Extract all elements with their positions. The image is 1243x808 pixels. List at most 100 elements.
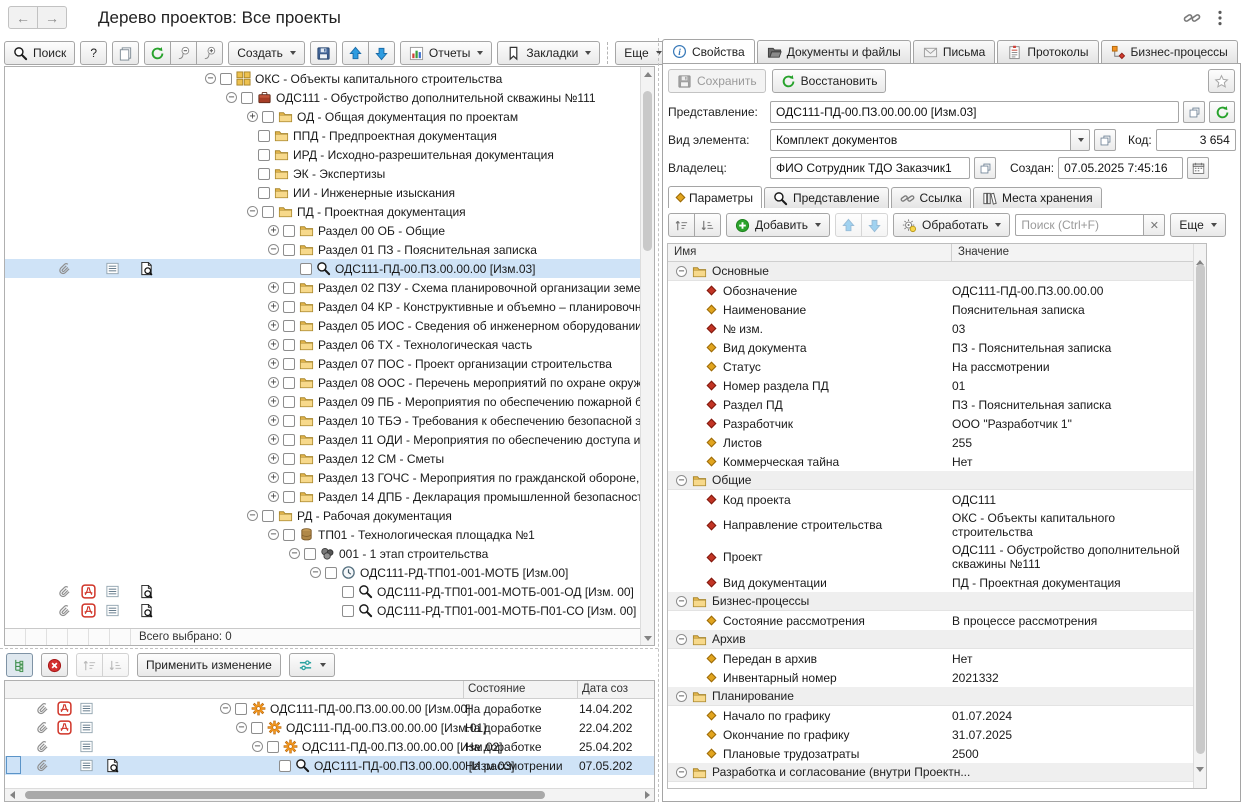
expander-minus-icon[interactable]: − <box>676 767 687 778</box>
expander-plus-icon[interactable]: + <box>268 396 279 407</box>
checkbox[interactable] <box>267 741 279 753</box>
horizontal-splitter[interactable] <box>0 648 658 649</box>
open-element-kind-button[interactable] <box>1094 129 1116 151</box>
param-group-row[interactable]: −Общие <box>668 471 1193 490</box>
tree-view-toggle-button[interactable] <box>6 653 33 677</box>
clear-search-button[interactable]: ✕ <box>1143 214 1165 236</box>
column-header-date[interactable]: Дата соз <box>577 681 654 698</box>
create-button[interactable]: Создать <box>228 41 305 65</box>
param-row[interactable]: № изм.03 <box>668 319 1193 338</box>
checkbox[interactable] <box>258 168 270 180</box>
search-button[interactable]: Поиск <box>4 41 75 65</box>
column-header-name[interactable]: Имя <box>668 244 952 261</box>
refresh-button[interactable] <box>144 41 171 65</box>
param-row[interactable]: Состояние рассмотренияВ процессе рассмот… <box>668 611 1193 630</box>
expander-plus-icon[interactable]: + <box>268 415 279 426</box>
tree-row[interactable]: +Раздел 14 ДПБ - Декларация промышленной… <box>5 487 640 506</box>
subtab-Параметры[interactable]: Параметры <box>668 186 762 208</box>
column-header-value[interactable]: Значение <box>952 244 1193 261</box>
more-menu-icon[interactable] <box>1211 9 1229 27</box>
tree-row[interactable]: −ОДС111-РД-ТП01-001-МОТБ [Изм.00] <box>5 563 640 582</box>
element-kind-dropdown-button[interactable] <box>1070 129 1090 151</box>
checkbox[interactable] <box>283 282 295 294</box>
expander-plus-icon[interactable]: + <box>268 358 279 369</box>
param-row[interactable]: Окончание по графику31.07.2025 <box>668 725 1193 744</box>
expander-plus-icon[interactable]: + <box>268 377 279 388</box>
checkbox[interactable] <box>283 434 295 446</box>
tree-row[interactable]: +Раздел 09 ПБ - Мероприятия по обеспечен… <box>5 392 640 411</box>
checkbox[interactable] <box>283 225 295 237</box>
checkbox[interactable] <box>325 567 337 579</box>
sort-desc-button[interactable] <box>102 653 129 677</box>
param-row[interactable]: Код проектаОДС111 <box>668 490 1193 509</box>
tree-row[interactable]: +Раздел 07 ПОС - Проект организации стро… <box>5 354 640 373</box>
tree-row[interactable]: ИИ - Инженерные изыскания <box>5 183 640 202</box>
add-button[interactable]: Добавить <box>726 213 830 237</box>
version-row[interactable]: −ОДС111-ПД-00.ПЗ.00.00.00 [Изм.00]На дор… <box>5 699 654 718</box>
tree-row[interactable]: ОДС111-РД-ТП01-001-МОТБ-П01-СО [Изм. 00] <box>5 601 640 620</box>
tab-Письма[interactable]: Письма <box>913 40 996 63</box>
param-group-row[interactable]: −Архив <box>668 630 1193 649</box>
expander-plus-icon[interactable]: + <box>268 453 279 464</box>
expander-plus-icon[interactable]: + <box>268 434 279 445</box>
move-up-button[interactable] <box>342 41 369 65</box>
checkbox[interactable] <box>283 301 295 313</box>
param-row[interactable]: РазработчикООО "Разработчик 1" <box>668 414 1193 433</box>
expander-minus-icon[interactable]: − <box>676 596 687 607</box>
tree-row[interactable]: −ОКС - Объекты капитального строительств… <box>5 69 640 88</box>
calendar-button[interactable] <box>1187 157 1209 179</box>
version-row[interactable]: −ОДС111-ПД-00.ПЗ.00.00.00 [Изм.01]На дор… <box>5 718 654 737</box>
expander-minus-icon[interactable]: − <box>236 722 247 733</box>
group-desc-button[interactable] <box>694 213 721 237</box>
refresh-representation-button[interactable] <box>1209 101 1235 123</box>
param-row[interactable]: Инвентарный номер2021332 <box>668 668 1193 687</box>
param-row[interactable]: Вид документаПЗ - Пояснительная записка <box>668 338 1193 357</box>
expander-minus-icon[interactable]: − <box>676 691 687 702</box>
param-row[interactable]: Начало по графику01.07.2024 <box>668 706 1193 725</box>
filter-settings-button[interactable] <box>289 653 335 677</box>
collapse-all-button[interactable] <box>170 41 197 65</box>
param-row[interactable]: Листов255 <box>668 433 1193 452</box>
params-scrollbar[interactable] <box>1193 244 1206 788</box>
expander-minus-icon[interactable]: − <box>247 510 258 521</box>
checkbox[interactable] <box>283 415 295 427</box>
checkbox[interactable] <box>235 703 247 715</box>
tree-row[interactable]: −ОДС111 - Обустройство дополнительной ск… <box>5 88 640 107</box>
horizontal-scrollbar[interactable] <box>5 788 654 801</box>
subtab-Места хранения[interactable]: Места хранения <box>973 187 1102 208</box>
tree-row[interactable]: −Раздел 01 ПЗ - Пояснительная записка <box>5 240 640 259</box>
expander-plus-icon[interactable]: + <box>247 111 258 122</box>
expander-minus-icon[interactable]: − <box>247 206 258 217</box>
checkbox[interactable] <box>283 396 295 408</box>
checkbox[interactable] <box>283 320 295 332</box>
apply-change-button[interactable]: Применить изменение <box>137 653 281 677</box>
group-asc-button[interactable] <box>668 213 695 237</box>
back-button[interactable]: ← <box>8 6 38 29</box>
tree-row[interactable]: +Раздел 08 ООС - Перечень мероприятий по… <box>5 373 640 392</box>
checkbox[interactable] <box>258 130 270 142</box>
checkbox[interactable] <box>300 263 312 275</box>
checkbox[interactable] <box>283 244 295 256</box>
created-input[interactable] <box>1058 157 1183 179</box>
scroll-down-icon[interactable] <box>641 631 654 645</box>
help-button[interactable]: ? <box>80 41 107 65</box>
tree-row[interactable]: ИРД - Исходно-разрешительная документаци… <box>5 145 640 164</box>
expander-minus-icon[interactable]: − <box>268 529 279 540</box>
expander-minus-icon[interactable]: − <box>676 475 687 486</box>
checkbox[interactable] <box>262 206 274 218</box>
tree-row[interactable]: −РД - Рабочая документация <box>5 506 640 525</box>
checkbox[interactable] <box>283 472 295 484</box>
version-row[interactable]: −ОДС111-ПД-00.ПЗ.00.00.00 [Изм.02]На дор… <box>5 737 654 756</box>
tree-row[interactable]: −ТП01 - Технологическая площадка №1 <box>5 525 640 544</box>
current-cell[interactable] <box>6 756 21 774</box>
tab-Протоколы[interactable]: Протоколы <box>997 40 1098 63</box>
checkbox[interactable] <box>283 339 295 351</box>
expander-plus-icon[interactable]: + <box>268 225 279 236</box>
expander-minus-icon[interactable]: − <box>676 634 687 645</box>
save-button[interactable]: Сохранить <box>668 69 766 93</box>
checkbox[interactable] <box>283 491 295 503</box>
expander-minus-icon[interactable]: − <box>289 548 300 559</box>
checkbox[interactable] <box>220 73 232 85</box>
tree-row[interactable]: −001 - 1 этап строительства <box>5 544 640 563</box>
column-header-state[interactable]: Состояние <box>463 681 577 698</box>
